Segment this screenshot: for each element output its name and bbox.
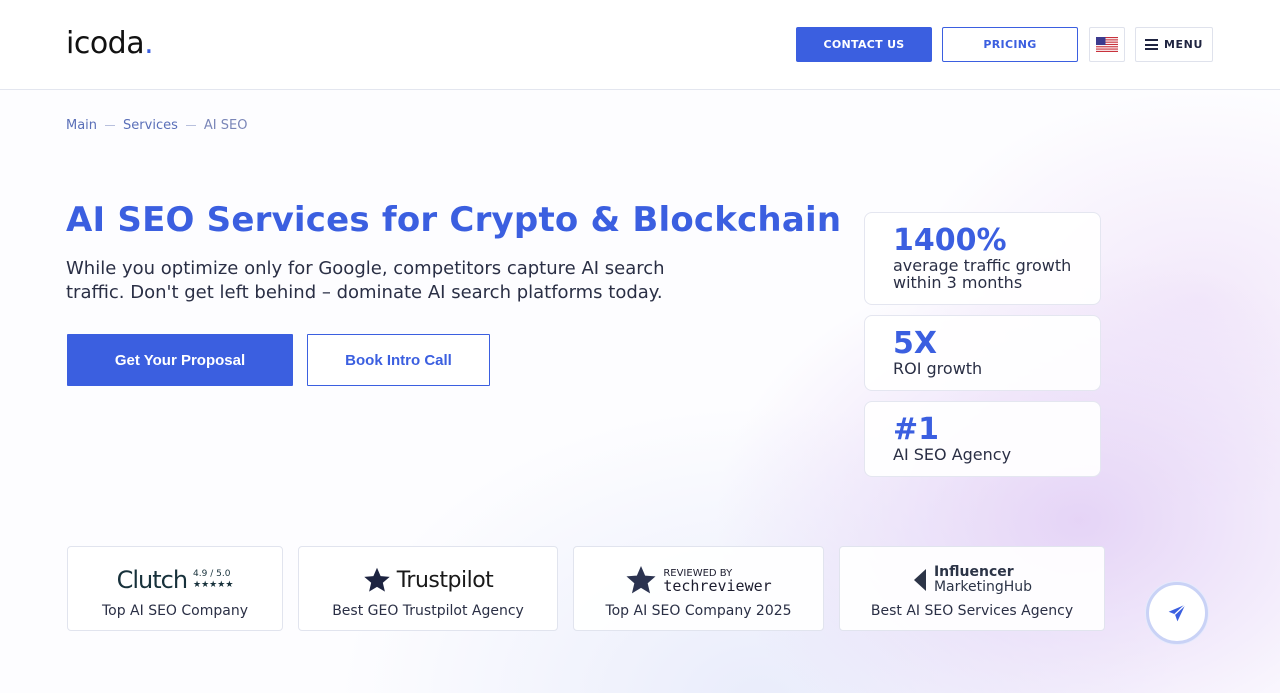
clutch-rating: 4.9 / 5.0 ★★★★★ [193,569,233,591]
techreviewer-wordmark: techreviewer [663,577,772,595]
get-proposal-button[interactable]: Get Your Proposal [67,334,293,386]
stat-card-roi: 5X ROI growth [864,315,1101,391]
language-selector[interactable] [1089,27,1125,62]
techreviewer-logo: REVIEWED BY techreviewer [625,563,772,597]
menu-label: MENU [1164,38,1203,51]
imh-line1: Influencer [933,564,1014,580]
award-clutch[interactable]: Clutch 4.9 / 5.0 ★★★★★ Top AI SEO Compan… [67,546,283,631]
logo-dot: . [144,26,154,61]
imh-wordmark: Influencer MarketingHub [934,565,1032,595]
chat-send-button[interactable] [1146,582,1208,644]
us-flag-icon [1096,37,1118,52]
hamburger-icon [1145,39,1158,50]
breadcrumb-main[interactable]: Main [66,118,97,133]
site-header: icoda. CONTACT US PRICING MENU [0,0,1280,90]
stat-label: AI SEO Agency [893,445,1012,464]
clutch-rating-value: 4.9 / 5.0 [193,569,231,579]
menu-button[interactable]: MENU [1135,27,1213,62]
paper-plane-icon [1168,604,1186,622]
award-caption: Top AI SEO Company 2025 [605,603,792,619]
pricing-button[interactable]: PRICING [942,27,1078,62]
diamond-icon [913,569,926,591]
breadcrumb-separator [105,125,116,126]
clutch-logo: Clutch 4.9 / 5.0 ★★★★★ [117,563,234,597]
stat-value: 1400% [893,223,1007,258]
award-caption: Best GEO Trustpilot Agency [332,603,524,619]
award-caption: Top AI SEO Company [101,603,249,619]
breadcrumb: Main Services AI SEO [66,118,247,133]
award-trustpilot[interactable]: Trustpilot Best GEO Trustpilot Agency [298,546,558,631]
trustpilot-logo: Trustpilot [363,563,494,597]
logo-text: icoda [66,26,145,61]
stat-card-traffic: 1400% average traffic growth within 3 mo… [864,212,1101,305]
breadcrumb-current: AI SEO [203,118,248,133]
imh-line2: MarketingHub [933,579,1033,595]
hero-subtitle: While you optimize only for Google, comp… [66,258,665,303]
clutch-wordmark: Clutch [116,566,188,594]
techreviewer-text: REVIEWED BY techreviewer [663,568,772,595]
clutch-stars: ★★★★★ [193,580,234,590]
trustpilot-wordmark: Trustpilot [396,567,494,593]
star-icon [626,566,656,594]
book-intro-call-button[interactable]: Book Intro Call [307,334,490,386]
logo[interactable]: icoda. [66,26,154,61]
breadcrumb-separator [185,125,196,126]
imh-logo: Influencer MarketingHub [912,563,1032,597]
award-caption: Best AI SEO Services Agency [870,603,1074,619]
stat-value: #1 [893,412,940,447]
star-icon [364,567,390,592]
award-techreviewer[interactable]: REVIEWED BY techreviewer Top AI SEO Comp… [573,546,824,631]
stat-card-rank: #1 AI SEO Agency [864,401,1101,477]
contact-us-button[interactable]: CONTACT US [796,27,932,62]
breadcrumb-services[interactable]: Services [123,118,178,133]
stat-label: ROI growth [893,359,983,378]
stat-label: average traffic growth within 3 months [893,256,1072,292]
award-influencer-marketing-hub[interactable]: Influencer MarketingHub Best AI SEO Serv… [839,546,1105,631]
page-title: AI SEO Services for Crypto & Blockchain [66,200,842,240]
stat-value: 5X [893,326,938,361]
